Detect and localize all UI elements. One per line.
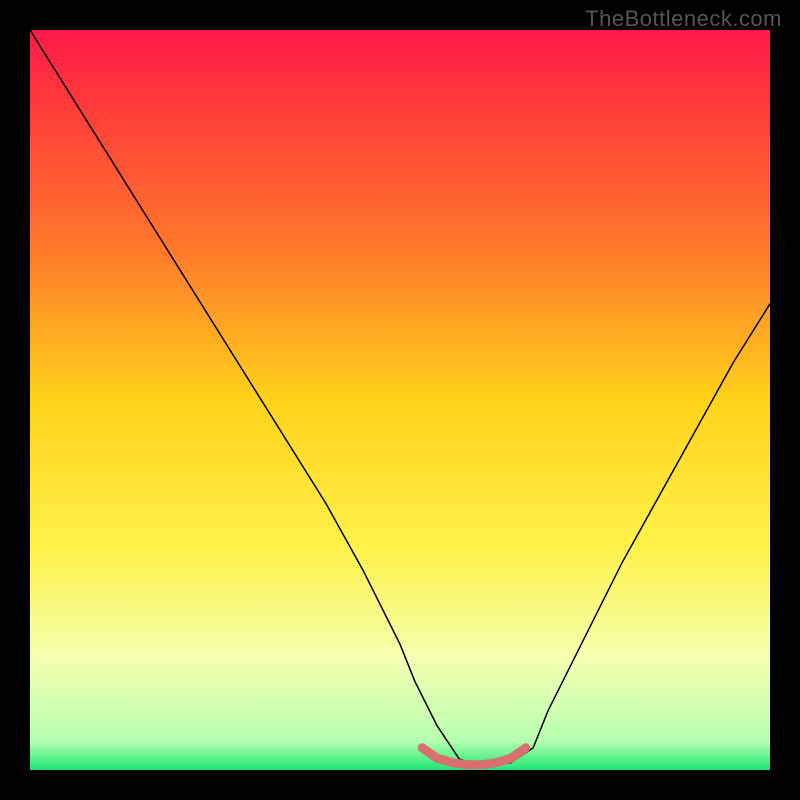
chart-plot xyxy=(30,30,770,770)
chart-frame: TheBottleneck.com xyxy=(0,0,800,800)
watermark-text: TheBottleneck.com xyxy=(585,6,782,32)
gradient-background xyxy=(30,30,770,770)
chart-svg xyxy=(30,30,770,770)
